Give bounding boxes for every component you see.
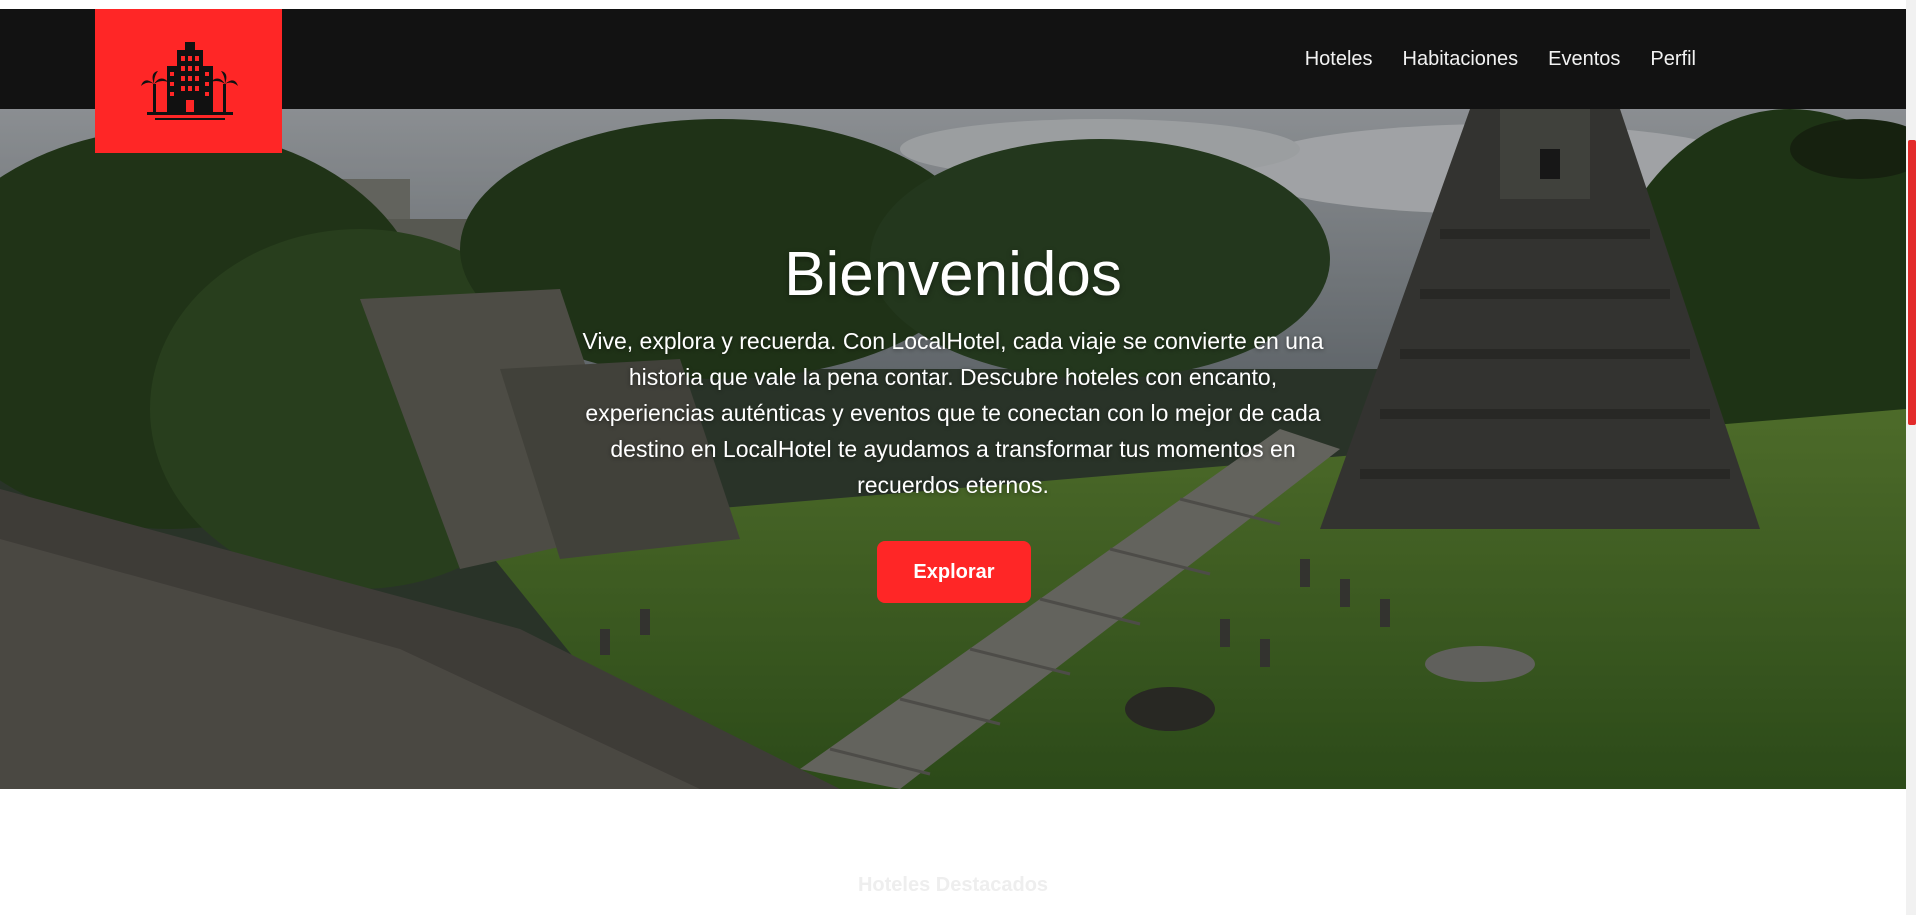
hotel-logo-icon bbox=[140, 42, 238, 120]
nav-item-hoteles[interactable]: Hoteles bbox=[1305, 48, 1373, 71]
featured-hotels-heading: Hoteles Destacados bbox=[857, 874, 1049, 896]
main-nav: Hoteles Habitaciones Eventos Perfil bbox=[1305, 9, 1696, 109]
page: Hoteles Habitaciones Eventos Perfil Bien… bbox=[0, 0, 1916, 915]
hero-section: Bienvenidos Vive, explora y recuerda. Co… bbox=[0, 109, 1906, 789]
scrollbar-track[interactable] bbox=[1906, 0, 1916, 915]
logo-link[interactable] bbox=[95, 9, 282, 153]
hero-title: Bienvenidos bbox=[784, 240, 1122, 309]
top-strip bbox=[0, 0, 1906, 9]
hero-description: Vive, explora y recuerda. Con LocalHotel… bbox=[582, 328, 1324, 498]
nav-item-perfil[interactable]: Perfil bbox=[1650, 48, 1696, 71]
nav-item-habitaciones[interactable]: Habitaciones bbox=[1403, 48, 1519, 71]
scrollbar-thumb[interactable] bbox=[1908, 140, 1916, 425]
nav-item-eventos[interactable]: Eventos bbox=[1548, 48, 1620, 71]
explore-button[interactable]: Explorar bbox=[877, 541, 1031, 603]
